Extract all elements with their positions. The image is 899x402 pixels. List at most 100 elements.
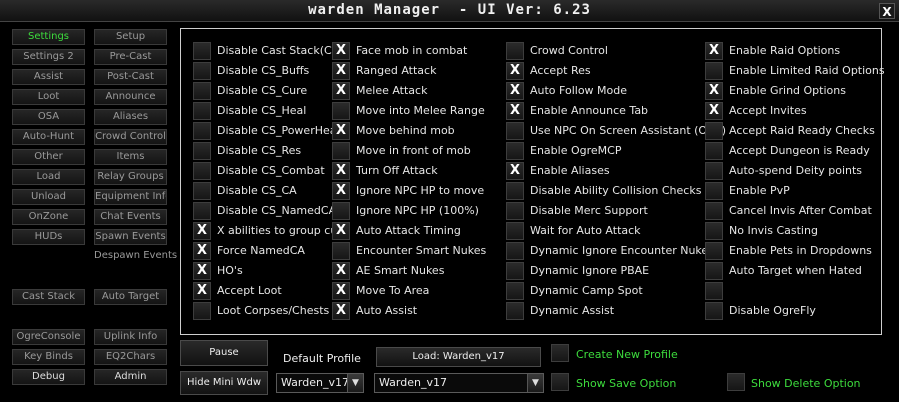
option-checkbox[interactable]: X [332,122,350,140]
load-profile-select[interactable]: Warden_v17 ▼ [374,373,544,393]
option-checkbox[interactable] [506,242,524,260]
option-checkbox[interactable] [193,162,211,180]
option-checkbox[interactable] [705,62,723,80]
show-save-option-label[interactable]: Show Save Option [576,377,676,390]
nav-equipment-info[interactable]: Equipment Info [94,189,167,205]
nav-settings-2[interactable]: Settings 2 [12,49,85,65]
option-checkbox[interactable] [705,162,723,180]
option-checkbox[interactable]: X [705,42,723,60]
option-checkbox[interactable] [705,122,723,140]
option-checkbox[interactable] [506,282,524,300]
option-checkbox[interactable]: X [332,282,350,300]
option-checkbox[interactable] [193,202,211,220]
option-checkbox[interactable] [506,262,524,280]
nav-other[interactable]: Other [12,149,85,165]
option-checkbox[interactable] [506,182,524,200]
option-checkbox[interactable]: X [332,222,350,240]
nav-items[interactable]: Items [94,149,167,165]
load-profile-button[interactable]: Load: Warden_v17 [376,347,541,367]
pause-button[interactable]: Pause [180,340,268,366]
nav-chat-events[interactable]: Chat Events [94,209,167,225]
hide-mini-window-button[interactable]: Hide Mini Wdw [180,371,268,395]
nav-despawn-events[interactable]: Despawn Events [94,249,177,265]
nav-settings[interactable]: Settings [12,29,85,45]
nav-debug[interactable]: Debug [12,369,85,385]
option-checkbox[interactable]: X [506,62,524,80]
option-checkbox[interactable]: X [506,102,524,120]
nav-spawn-events[interactable]: Spawn Events [94,229,167,245]
option-checkbox[interactable] [506,122,524,140]
option-checkbox[interactable] [506,222,524,240]
option-checkbox[interactable]: X [332,182,350,200]
option-checkbox[interactable] [705,182,723,200]
option-checkbox[interactable] [332,102,350,120]
option-checkbox[interactable] [193,302,211,320]
option-checkbox[interactable] [506,202,524,220]
nav-auto-target[interactable]: Auto Target [94,289,167,305]
nav-load[interactable]: Load [12,169,85,185]
option-checkbox[interactable] [705,202,723,220]
option-checkbox[interactable]: X [332,82,350,100]
create-profile-checkbox[interactable] [551,344,569,362]
option-checkbox[interactable]: X [705,102,723,120]
chevron-down-icon[interactable]: ▼ [347,374,363,392]
nav-cast-stack[interactable]: Cast Stack [12,289,85,305]
nav-assist[interactable]: Assist [12,69,85,85]
nav-onzone[interactable]: OnZone [12,209,85,225]
create-new-profile-label[interactable]: Create New Profile [576,348,678,361]
nav-uplink-info[interactable]: Uplink Info [94,329,167,345]
show-delete-checkbox[interactable] [727,373,745,391]
nav-auto-hunt[interactable]: Auto-Hunt [12,129,85,145]
nav-pre-cast[interactable]: Pre-Cast [94,49,167,65]
title-bar[interactable]: warden Manager - UI Ver: 6.23 X [0,0,899,22]
nav-aliases[interactable]: Aliases [94,109,167,125]
nav-ogre-console[interactable]: OgreConsole [12,329,85,345]
option-checkbox[interactable] [332,142,350,160]
option-checkbox[interactable] [705,142,723,160]
option-checkbox[interactable] [705,222,723,240]
option-checkbox[interactable] [193,102,211,120]
show-save-checkbox[interactable] [551,373,569,391]
default-profile-select[interactable]: Warden_v17 ▼ [276,373,364,393]
option-checkbox[interactable] [506,142,524,160]
nav-eq2chars[interactable]: EQ2Chars [94,349,167,365]
option-checkbox[interactable]: X [506,82,524,100]
option-checkbox[interactable]: X [506,162,524,180]
nav-announce[interactable]: Announce [94,89,167,105]
nav-relay-groups[interactable]: Relay Groups [94,169,167,185]
option-checkbox[interactable] [506,302,524,320]
option-checkbox[interactable]: X [332,302,350,320]
option-checkbox[interactable] [705,302,723,320]
option-checkbox[interactable]: X [193,282,211,300]
nav-key-binds[interactable]: Key Binds [12,349,85,365]
option-checkbox[interactable] [705,262,723,280]
show-delete-option-label[interactable]: Show Delete Option [751,377,861,390]
nav-admin[interactable]: Admin [94,369,167,385]
nav-loot[interactable]: Loot [12,89,85,105]
option-checkbox[interactable] [193,82,211,100]
option-checkbox[interactable] [193,182,211,200]
option-checkbox[interactable]: X [193,242,211,260]
nav-crowd-control[interactable]: Crowd Control [94,129,167,145]
option-checkbox[interactable]: X [705,82,723,100]
chevron-down-icon[interactable]: ▼ [527,374,543,392]
option-checkbox[interactable]: X [332,42,350,60]
option-checkbox[interactable]: X [332,162,350,180]
option-checkbox[interactable] [193,122,211,140]
nav-huds[interactable]: HUDs [12,229,85,245]
option-checkbox[interactable]: X [332,262,350,280]
close-button[interactable]: X [879,3,895,19]
option-checkbox[interactable] [193,142,211,160]
option-checkbox[interactable] [193,62,211,80]
option-checkbox[interactable]: X [193,262,211,280]
nav-setup[interactable]: Setup [94,29,167,45]
option-checkbox[interactable]: X [193,222,211,240]
option-checkbox[interactable] [332,242,350,260]
nav-osa[interactable]: OSA [12,109,85,125]
option-checkbox[interactable] [705,242,723,260]
option-checkbox[interactable] [705,282,723,300]
nav-unload[interactable]: Unload [12,189,85,205]
option-checkbox[interactable] [193,42,211,60]
option-checkbox[interactable]: X [332,62,350,80]
nav-post-cast[interactable]: Post-Cast [94,69,167,85]
